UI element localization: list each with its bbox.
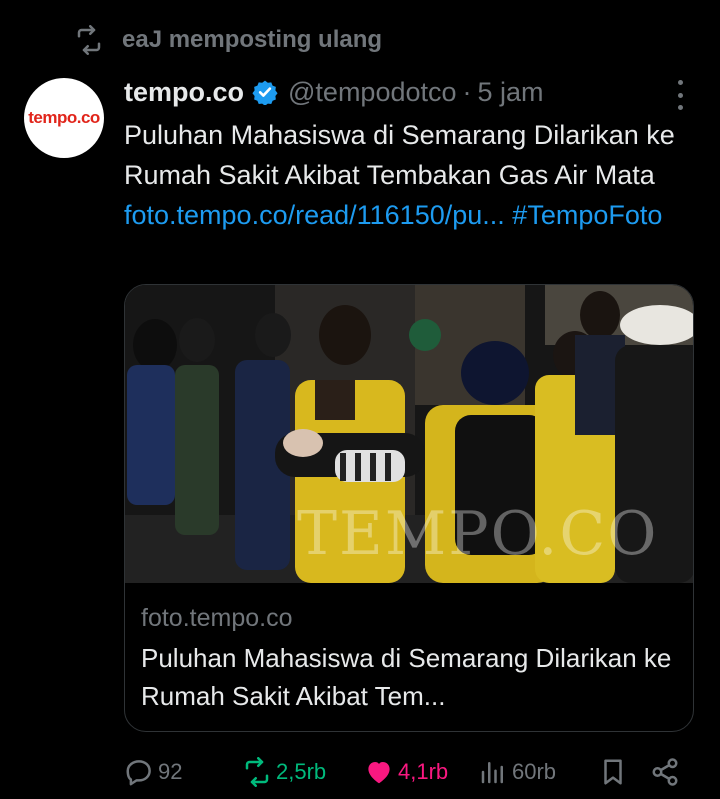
tweet-header: tempo.co @tempodotco · 5 jam xyxy=(124,72,544,112)
tweet-text: Puluhan Mahasiswa di Semarang Dilarikan … xyxy=(124,115,684,235)
repost-text: eaJ memposting ulang xyxy=(122,26,383,53)
like-button[interactable]: 4,1rb xyxy=(364,752,448,792)
views-button[interactable]: 60rb xyxy=(478,752,556,792)
share-button[interactable] xyxy=(650,752,684,792)
share-icon xyxy=(652,758,678,786)
tweet-actions: 92 2,5rb 4,1rb 60rb xyxy=(0,752,720,792)
more-dot-icon xyxy=(677,80,683,85)
card-photo[interactable]: TEMPO.CO xyxy=(125,285,693,583)
bookmark-icon xyxy=(604,759,622,785)
bookmark-button[interactable] xyxy=(598,752,632,792)
repost-count: 2,5rb xyxy=(276,759,327,784)
photo-watermark: TEMPO.CO xyxy=(297,499,659,569)
card-domain: foto.tempo.co xyxy=(141,604,293,632)
author-handle[interactable]: @tempodotco xyxy=(288,77,457,108)
views-count: 60rb xyxy=(512,759,557,784)
tweet-body: Puluhan Mahasiswa di Semarang Dilarikan … xyxy=(124,120,675,190)
link-card[interactable]: TEMPO.CO foto.tempo.co Puluhan Mahasiswa… xyxy=(124,284,694,732)
repost-icon xyxy=(77,25,101,55)
views-icon xyxy=(481,762,503,784)
author-name[interactable]: tempo.co xyxy=(124,77,244,108)
repost-button[interactable]: 2,5rb xyxy=(242,752,326,792)
timestamp[interactable]: 5 jam xyxy=(478,77,544,108)
tweet-link[interactable]: foto.tempo.co/read/116150/pu... xyxy=(124,200,505,230)
more-dot-icon xyxy=(677,92,683,98)
reply-count: 92 xyxy=(158,759,183,784)
reply-button[interactable]: 92 xyxy=(124,752,182,792)
hashtag-link[interactable]: #TempoFoto xyxy=(512,200,662,230)
repost-indicator[interactable]: eaJ memposting ulang xyxy=(74,22,382,58)
verified-badge-icon xyxy=(252,80,278,105)
repost-icon xyxy=(245,757,269,787)
card-title: Puluhan Mahasiswa di Semarang Dilarikan … xyxy=(141,643,672,711)
avatar[interactable]: tempo.co xyxy=(24,78,104,158)
heart-icon xyxy=(368,762,390,784)
reply-icon xyxy=(126,760,151,786)
more-options-button[interactable] xyxy=(672,80,688,110)
avatar-logo: tempo.co xyxy=(28,108,100,127)
more-dot-icon xyxy=(677,105,683,110)
like-count: 4,1rb xyxy=(398,759,449,784)
card-meta[interactable]: foto.tempo.co Puluhan Mahasiswa di Semar… xyxy=(141,601,681,715)
separator-dot: · xyxy=(462,76,472,107)
